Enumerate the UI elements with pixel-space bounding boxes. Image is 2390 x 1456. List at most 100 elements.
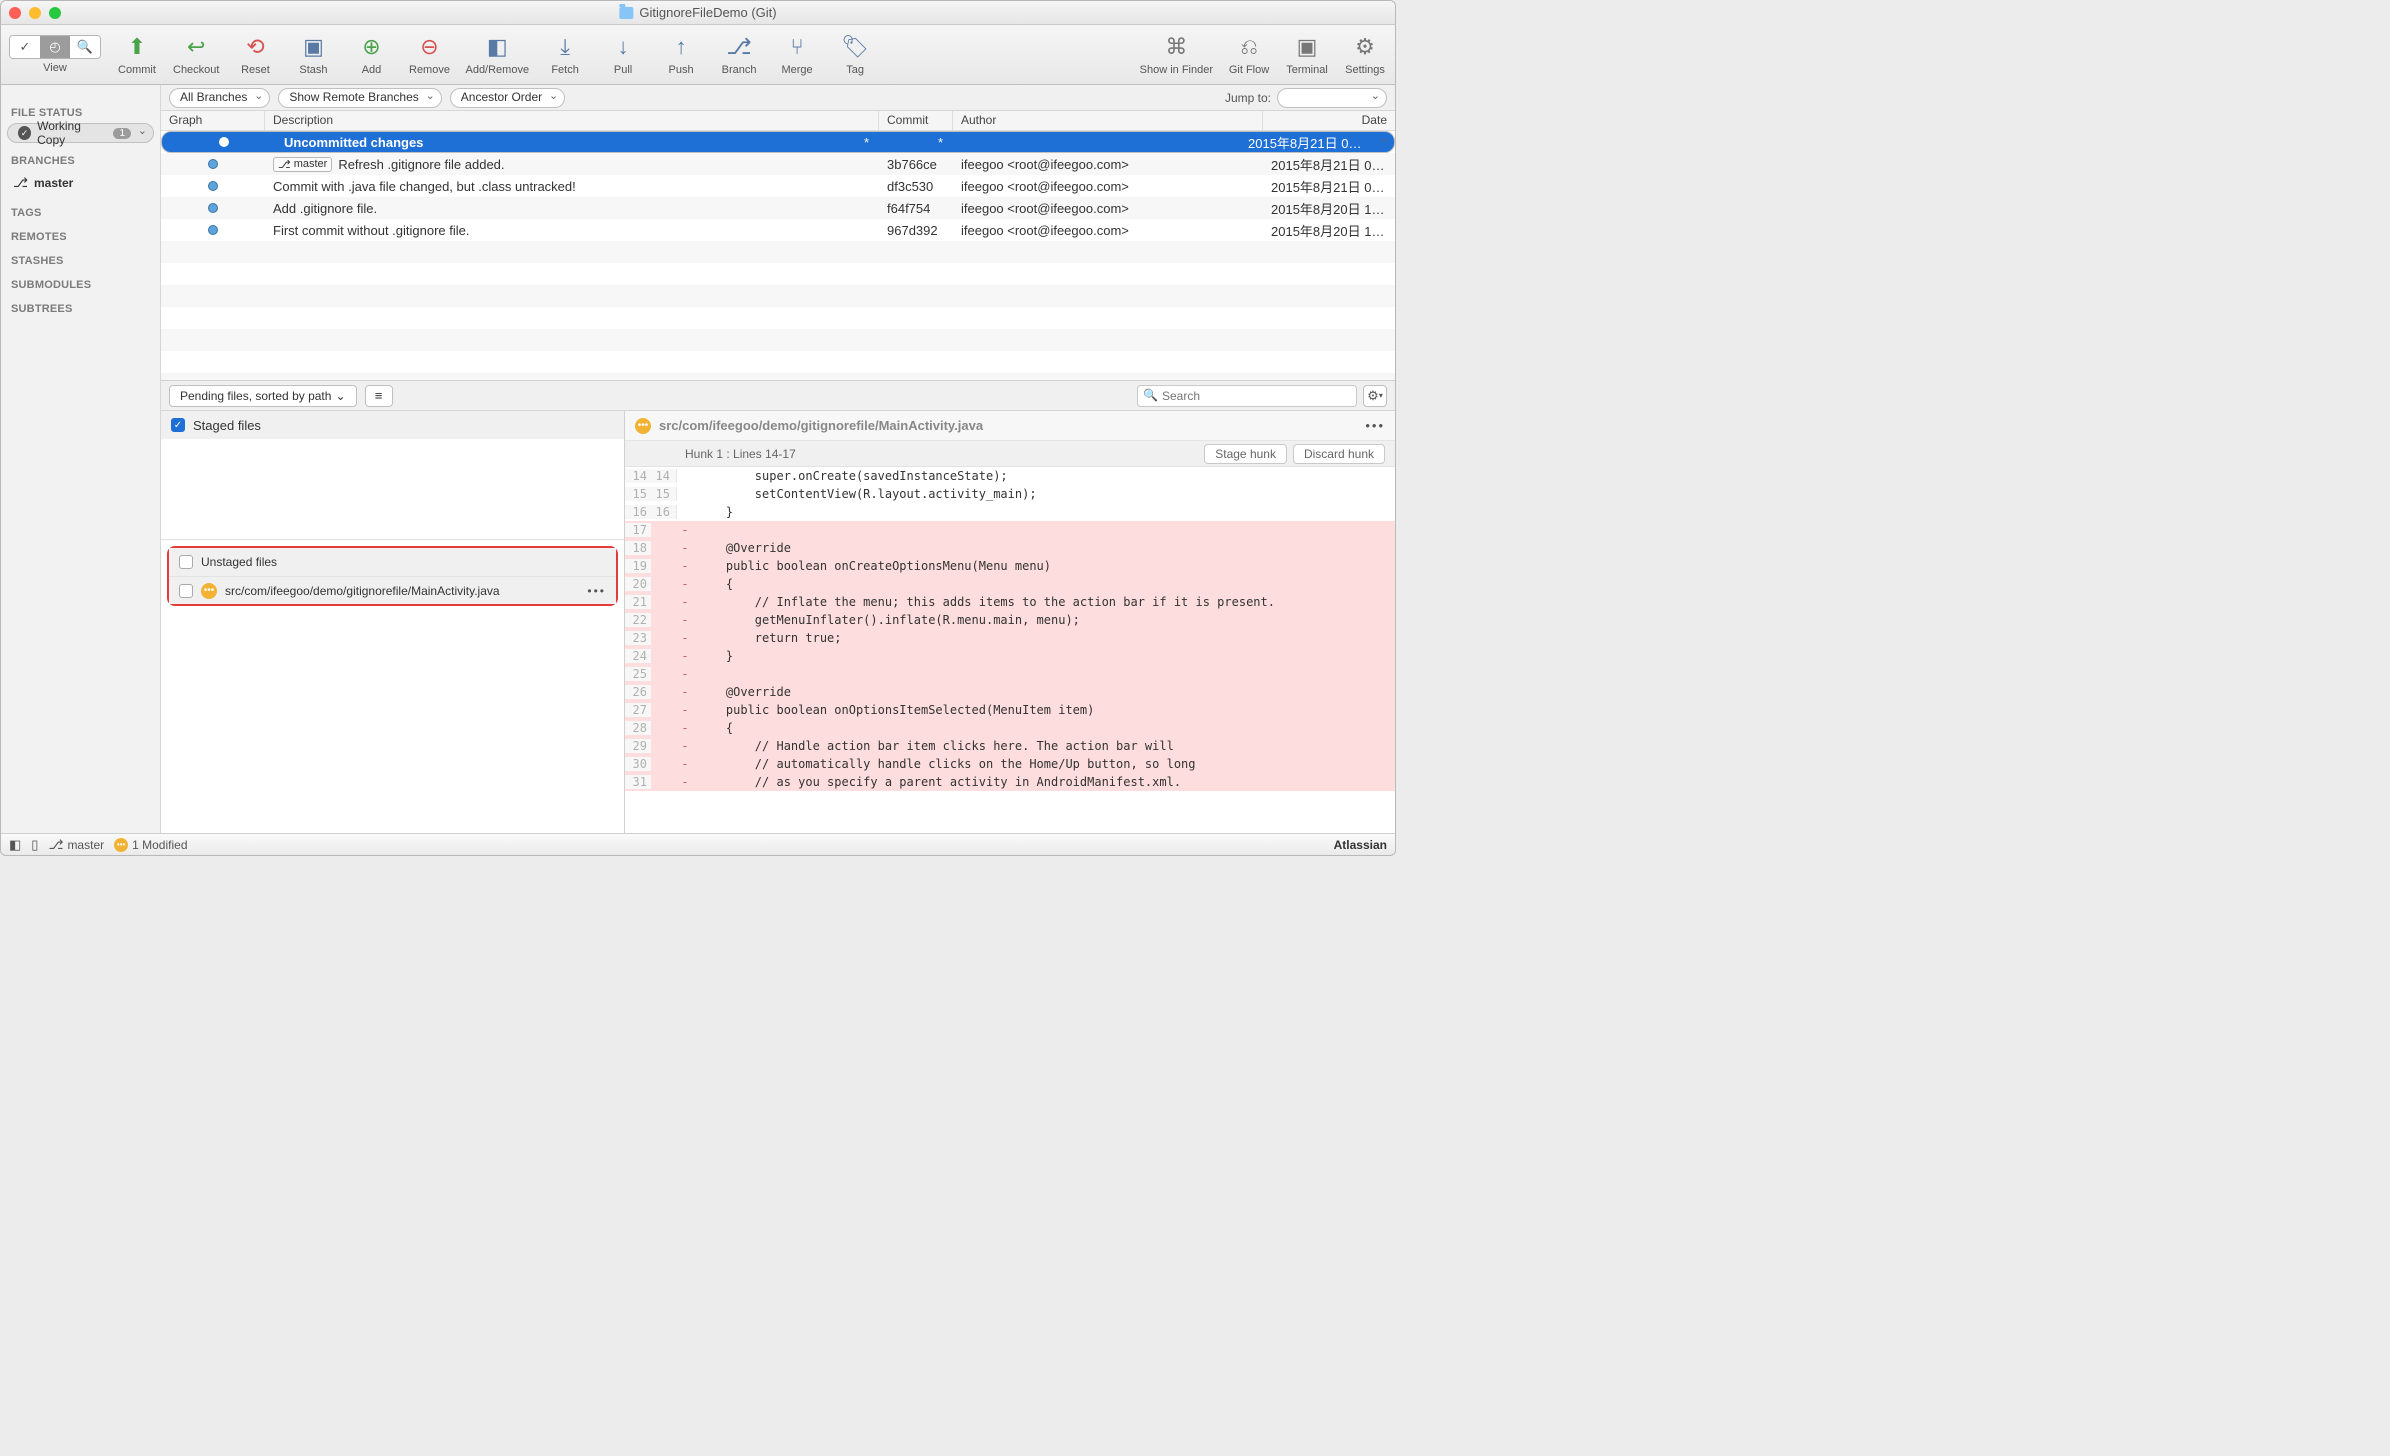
view-clock-button[interactable]: ◴ bbox=[40, 36, 70, 58]
diff-line[interactable]: 18- @Override bbox=[625, 539, 1395, 557]
check-circle-icon: ✓ bbox=[18, 126, 31, 140]
status-modified[interactable]: •••1 Modified bbox=[114, 838, 187, 852]
diff-pane: ••• src/com/ifeegoo/demo/gitignorefile/M… bbox=[625, 411, 1395, 833]
stage-hunk-button[interactable]: Stage hunk bbox=[1204, 444, 1287, 464]
sidebar-section-stashes[interactable]: STASHES bbox=[11, 255, 150, 267]
diff-line[interactable]: 23- return true; bbox=[625, 629, 1395, 647]
diff-line[interactable]: 1515 setContentView(R.layout.activity_ma… bbox=[625, 485, 1395, 503]
folder-icon bbox=[619, 7, 633, 19]
col-author[interactable]: Author bbox=[953, 111, 1263, 130]
history-row[interactable]: ⎇masterRefresh .gitignore file added.3b7… bbox=[161, 153, 1395, 175]
unstaged-file-row[interactable]: ••• src/com/ifeegoo/demo/gitignorefile/M… bbox=[169, 576, 616, 604]
terminal-button[interactable]: ▣Terminal bbox=[1285, 33, 1329, 76]
diff-line[interactable]: 31- // as you specify a parent activity … bbox=[625, 773, 1395, 791]
filter-ancestor-order[interactable]: Ancestor Order bbox=[450, 88, 565, 108]
sidebar-section-file-status: FILE STATUS bbox=[11, 107, 150, 119]
view-segment: ✓ ◴ 🔍 View bbox=[9, 35, 101, 74]
diff-line[interactable]: 17- bbox=[625, 521, 1395, 539]
show-in-finder-button[interactable]: ⌘Show in Finder bbox=[1140, 33, 1213, 76]
diff-line[interactable]: 30- // automatically handle clicks on th… bbox=[625, 755, 1395, 773]
fetch-button[interactable]: ⤓Fetch bbox=[543, 33, 587, 76]
remove-button[interactable]: ⊖Remove bbox=[407, 33, 451, 76]
stash-button[interactable]: ▣Stash bbox=[291, 33, 335, 76]
zoom-window-button[interactable] bbox=[49, 7, 61, 19]
discard-hunk-button[interactable]: Discard hunk bbox=[1293, 444, 1385, 464]
diff-line[interactable]: 28- { bbox=[625, 719, 1395, 737]
col-date[interactable]: Date bbox=[1263, 111, 1395, 130]
push-button[interactable]: ↑Push bbox=[659, 33, 703, 76]
checkout-button[interactable]: ↩Checkout bbox=[173, 33, 219, 76]
toolbar: ✓ ◴ 🔍 View ⬆Commit ↩Checkout ⟲Reset ▣Sta… bbox=[1, 25, 1395, 85]
file-actions-button[interactable]: ••• bbox=[587, 584, 606, 598]
sidebar-section-remotes[interactable]: REMOTES bbox=[11, 231, 150, 243]
diff-line[interactable]: 1616 } bbox=[625, 503, 1395, 521]
status-bar: ◧ ▯ ⎇master •••1 Modified Atlassian bbox=[1, 833, 1395, 855]
branch-icon: ⎇ bbox=[13, 175, 28, 191]
diff-line[interactable]: 24- } bbox=[625, 647, 1395, 665]
add-button[interactable]: ⊕Add bbox=[349, 33, 393, 76]
sidebar-section-branches: BRANCHES bbox=[11, 155, 150, 167]
git-flow-button[interactable]: ⎌Git Flow bbox=[1227, 33, 1271, 76]
brand-label: Atlassian bbox=[1334, 838, 1387, 852]
jump-to-label: Jump to: bbox=[1225, 91, 1271, 105]
staged-checkbox[interactable]: ✓ bbox=[171, 418, 185, 432]
diff-file-path: src/com/ifeegoo/demo/gitignorefile/MainA… bbox=[659, 418, 983, 433]
sidebar-section-submodules[interactable]: SUBMODULES bbox=[11, 279, 150, 291]
status-branch[interactable]: ⎇master bbox=[48, 837, 104, 853]
diff-line[interactable]: 22- getMenuInflater().inflate(R.menu.mai… bbox=[625, 611, 1395, 629]
sidebar-item-master[interactable]: ⎇ master bbox=[7, 171, 154, 195]
disk-icon[interactable]: ▯ bbox=[31, 837, 38, 853]
history-row[interactable]: First commit without .gitignore file.967… bbox=[161, 219, 1395, 241]
view-check-button[interactable]: ✓ bbox=[10, 36, 40, 58]
col-description[interactable]: Description bbox=[265, 111, 879, 130]
history-row[interactable]: Add .gitignore file.f64f754ifeegoo <root… bbox=[161, 197, 1395, 219]
diff-actions-button[interactable]: ••• bbox=[1365, 418, 1385, 433]
window-title: GitignoreFileDemo (Git) bbox=[639, 5, 776, 20]
lower-settings-button[interactable]: ⚙▾ bbox=[1363, 385, 1387, 407]
jump-to-select[interactable] bbox=[1277, 88, 1387, 108]
tag-button[interactable]: 🏷Tag bbox=[833, 33, 877, 76]
diff-line[interactable]: 27- public boolean onOptionsItemSelected… bbox=[625, 701, 1395, 719]
staging-pane: ✓ Staged files Unstaged files bbox=[161, 411, 625, 833]
branch-button[interactable]: ⎇Branch bbox=[717, 33, 761, 76]
history-row[interactable]: Uncommitted changes**2015年8月21日 08:02 bbox=[161, 131, 1395, 153]
merge-button[interactable]: ⑂Merge bbox=[775, 33, 819, 76]
unstaged-checkbox[interactable] bbox=[179, 555, 193, 569]
diff-line[interactable]: 19- public boolean onCreateOptionsMenu(M… bbox=[625, 557, 1395, 575]
pull-button[interactable]: ↓Pull bbox=[601, 33, 645, 76]
commit-button[interactable]: ⬆Commit bbox=[115, 33, 159, 76]
close-window-button[interactable] bbox=[9, 7, 21, 19]
sidebar: FILE STATUS ✓ Working Copy 1 BRANCHES ⎇ … bbox=[1, 85, 161, 833]
filter-all-branches[interactable]: All Branches bbox=[169, 88, 270, 108]
history-row[interactable]: Commit with .java file changed, but .cla… bbox=[161, 175, 1395, 197]
list-view-button[interactable]: ≡ bbox=[365, 385, 393, 407]
diff-line[interactable]: 26- @Override bbox=[625, 683, 1395, 701]
diff-line[interactable]: 29- // Handle action bar item clicks her… bbox=[625, 737, 1395, 755]
staged-files-header[interactable]: ✓ Staged files bbox=[161, 411, 624, 439]
filter-show-remote[interactable]: Show Remote Branches bbox=[278, 88, 441, 108]
pending-files-select[interactable]: Pending files, sorted by path⌄ bbox=[169, 385, 357, 407]
file-checkbox[interactable] bbox=[179, 584, 193, 598]
col-graph[interactable]: Graph bbox=[161, 111, 265, 130]
diff-line[interactable]: 20- { bbox=[625, 575, 1395, 593]
col-commit[interactable]: Commit bbox=[879, 111, 953, 130]
add-remove-button[interactable]: ◧Add/Remove bbox=[465, 33, 529, 76]
layout-icon[interactable]: ◧ bbox=[9, 837, 21, 853]
filter-bar: All Branches Show Remote Branches Ancest… bbox=[161, 85, 1395, 111]
sidebar-section-subtrees[interactable]: SUBTREES bbox=[11, 303, 150, 315]
working-copy-badge: 1 bbox=[113, 128, 131, 139]
diff-line[interactable]: 21- // Inflate the menu; this adds items… bbox=[625, 593, 1395, 611]
settings-button[interactable]: ⚙Settings bbox=[1343, 33, 1387, 76]
unstaged-highlight: Unstaged files ••• src/com/ifeegoo/demo/… bbox=[167, 546, 618, 606]
search-input[interactable] bbox=[1137, 385, 1357, 407]
diff-line[interactable]: 1414 super.onCreate(savedInstanceState); bbox=[625, 467, 1395, 485]
diff-line[interactable]: 25- bbox=[625, 665, 1395, 683]
sidebar-item-working-copy[interactable]: ✓ Working Copy 1 bbox=[7, 123, 154, 143]
hunk-label: Hunk 1 : Lines 14-17 bbox=[685, 447, 796, 461]
unstaged-files-header[interactable]: Unstaged files bbox=[169, 548, 616, 576]
sidebar-section-tags[interactable]: TAGS bbox=[11, 207, 150, 219]
view-search-button[interactable]: 🔍 bbox=[70, 36, 100, 58]
view-label: View bbox=[43, 62, 67, 74]
minimize-window-button[interactable] bbox=[29, 7, 41, 19]
reset-button[interactable]: ⟲Reset bbox=[233, 33, 277, 76]
